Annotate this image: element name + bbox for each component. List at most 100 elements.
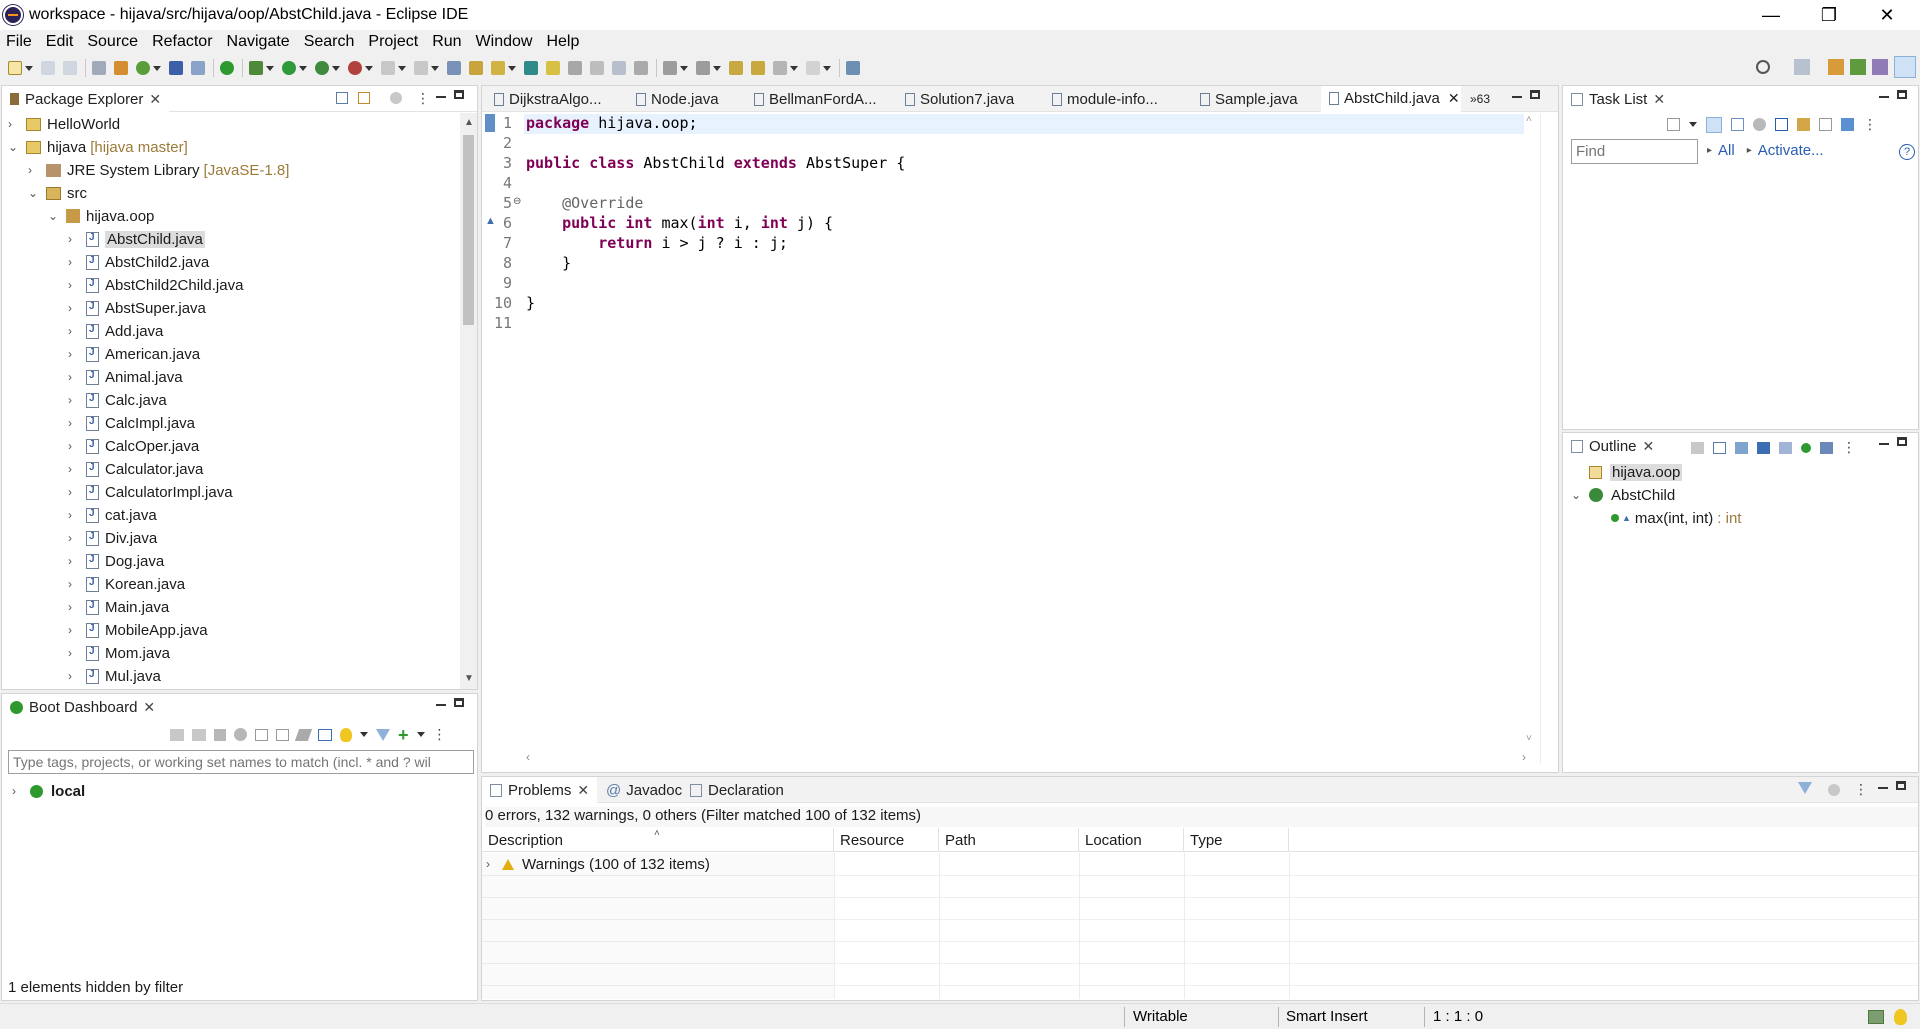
chevron-right-icon[interactable]: › (68, 256, 78, 268)
scheduled-icon[interactable] (1731, 118, 1744, 131)
git-sync-icon[interactable] (1868, 1010, 1884, 1024)
minimize-button[interactable]: — (1742, 0, 1800, 30)
open-browser-icon[interactable] (234, 728, 247, 741)
sync-icon[interactable] (1797, 118, 1810, 131)
tab-abstchild[interactable]: AbstChild.java ✕ (1321, 86, 1461, 112)
stop-icon[interactable] (381, 61, 395, 75)
code-line-3[interactable]: public class AbstChild extends AbstSuper… (526, 154, 905, 174)
outline-method[interactable]: ▲ max(int, int) : int (1611, 507, 1741, 529)
highlight-icon[interactable] (546, 61, 560, 75)
file-item[interactable]: › Calc.java (68, 389, 167, 411)
new-task-icon[interactable] (1667, 118, 1680, 131)
chevron-right-icon[interactable]: › (68, 394, 78, 406)
status-cursor-position[interactable]: 1 : 1 : 0 (1433, 1008, 1483, 1025)
debug-dropdown-icon[interactable] (266, 65, 274, 71)
code-line-10[interactable]: } (526, 294, 535, 314)
code-line-6[interactable]: public int max(int i, int j) { (526, 214, 833, 234)
tab-solution7[interactable]: Solution7.java (897, 86, 1014, 112)
file-item[interactable]: › Main.java (68, 596, 169, 618)
last-edit-icon[interactable] (729, 61, 743, 75)
chevron-right-icon[interactable]: › (68, 555, 78, 567)
tab-outline[interactable]: Outline ✕ (1563, 433, 1663, 459)
maximize-view-icon[interactable] (454, 90, 464, 99)
file-item[interactable]: › Mom.java (68, 642, 170, 664)
sort-icon[interactable] (1735, 441, 1748, 454)
back-history-icon[interactable] (751, 61, 765, 75)
close-tab-icon[interactable]: ✕ (1448, 90, 1460, 107)
tab-declaration[interactable]: Declaration (682, 777, 792, 803)
tab-package-explorer[interactable]: Package Explorer ✕ (2, 86, 170, 112)
external-dropdown-icon[interactable] (365, 65, 373, 71)
chevron-right-icon[interactable]: › (68, 601, 78, 613)
columns-icon[interactable] (318, 728, 332, 741)
file-item[interactable]: › CalcImpl.java (68, 412, 195, 434)
show-whitespace-icon[interactable] (612, 61, 626, 75)
help-icon[interactable]: ? (1899, 144, 1915, 160)
forward-icon[interactable] (806, 61, 820, 75)
stop-dropdown-icon[interactable] (398, 65, 406, 71)
minimize-view-icon[interactable] (1878, 787, 1888, 789)
view-menu-icon[interactable]: ⋮ (433, 726, 447, 743)
toggle-mark-icon[interactable] (524, 61, 538, 75)
boot-filter-input[interactable] (8, 750, 474, 774)
chevron-right-icon[interactable]: › (68, 509, 78, 521)
file-item[interactable]: › Mul.java (68, 665, 161, 687)
add-icon[interactable]: + (398, 726, 409, 744)
hide-local-types-icon[interactable] (1820, 441, 1833, 454)
live-beans-icon[interactable] (276, 728, 289, 741)
maximize-view-icon[interactable] (1896, 781, 1906, 790)
save-all-icon[interactable] (63, 61, 77, 75)
chevron-right-icon[interactable]: › (68, 532, 78, 544)
file-item[interactable]: › Animal.java (68, 366, 183, 388)
search-icon[interactable] (1756, 60, 1770, 74)
menu-help[interactable]: Help (546, 33, 579, 51)
file-item[interactable]: › Calculator.java (68, 458, 203, 480)
outline-package[interactable]: hijava.oop (1589, 461, 1683, 483)
chevron-right-icon[interactable]: › (68, 670, 78, 682)
prev-annotation-dropdown-icon[interactable] (713, 65, 721, 71)
menu-window[interactable]: Window (476, 33, 533, 51)
file-item[interactable]: › CalculatorImpl.java (68, 481, 233, 503)
code-line-5[interactable]: @Override (526, 194, 643, 214)
fold-collapse-icon[interactable]: ⊖ (513, 196, 521, 207)
pilcrow-icon[interactable] (634, 61, 648, 75)
tab-javadoc[interactable]: @ Javadoc (598, 777, 690, 803)
open-type-icon[interactable] (114, 61, 128, 75)
close-tab-icon[interactable]: ✕ (143, 699, 155, 716)
java-build-icon[interactable] (92, 61, 106, 75)
tab-problems[interactable]: Problems ✕ (482, 777, 598, 803)
tab-module-info[interactable]: module-info... (1044, 86, 1158, 112)
collapse-all-icon[interactable] (1819, 118, 1832, 131)
chevron-right-icon[interactable]: › (8, 118, 18, 130)
menu-project[interactable]: Project (368, 33, 418, 51)
minimize-view-icon[interactable] (1512, 96, 1522, 98)
task-find-input[interactable] (1571, 139, 1698, 164)
terminal-icon[interactable] (169, 61, 183, 75)
restore-button[interactable]: ❐ (1800, 0, 1858, 30)
scroll-right-icon[interactable]: › (1522, 750, 1526, 764)
chevron-right-icon[interactable]: › (68, 486, 78, 498)
activate-link[interactable]: Activate... (1758, 142, 1824, 159)
next-annotation-dropdown-icon[interactable] (680, 65, 688, 71)
tab-sample[interactable]: Sample.java (1192, 86, 1298, 112)
tree-item-local[interactable]: › local (12, 780, 85, 802)
pin-editor-icon[interactable] (846, 61, 860, 75)
close-tab-icon[interactable]: ✕ (1643, 438, 1655, 455)
menu-source[interactable]: Source (87, 33, 138, 51)
focus-icon[interactable] (1828, 784, 1840, 796)
add-dropdown-icon[interactable] (416, 732, 425, 737)
minimize-view-icon[interactable] (436, 704, 446, 706)
chevron-down-icon[interactable]: ⌄ (48, 210, 58, 222)
filter-icon[interactable] (376, 728, 390, 741)
code-line-7[interactable]: return i > j ? i : j; (526, 234, 788, 254)
menu-navigate[interactable]: Navigate (227, 33, 290, 51)
file-item[interactable]: › AbstChild.java (68, 228, 205, 250)
spring-boot-icon[interactable] (220, 61, 234, 75)
tree-item-package[interactable]: ⌄ hijava.oop (48, 205, 154, 227)
focus-icon[interactable] (1753, 118, 1766, 131)
save-icon[interactable] (41, 61, 55, 75)
maximize-view-icon[interactable] (1897, 90, 1907, 99)
word-wrap-icon[interactable] (590, 61, 604, 75)
back-dropdown-icon[interactable] (790, 65, 798, 71)
java-ee-perspective-icon[interactable] (1828, 59, 1844, 75)
